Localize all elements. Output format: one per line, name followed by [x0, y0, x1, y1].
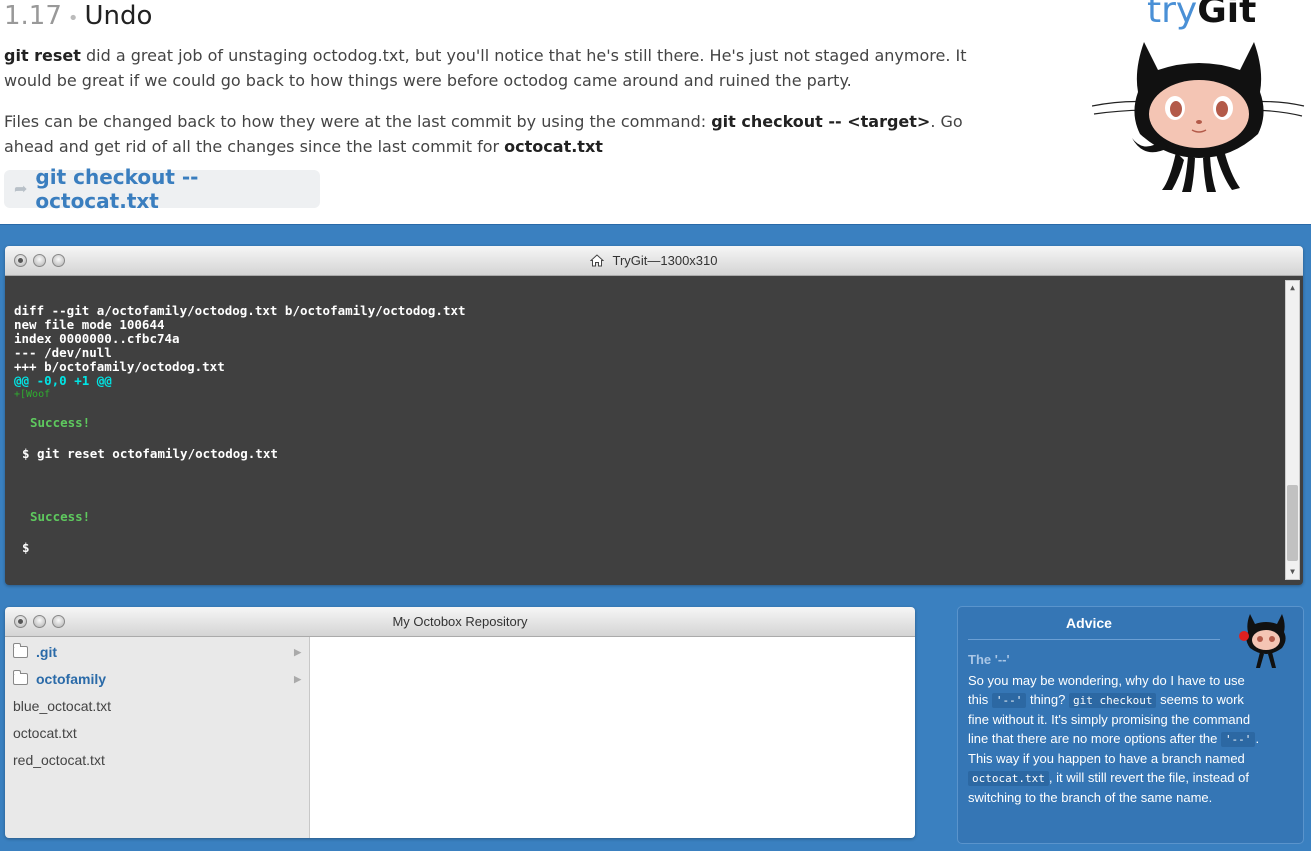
inline-command: git checkout -- <target> [711, 112, 931, 131]
folder-label: .git [36, 644, 57, 660]
terminal-line: new file mode 100644 [14, 317, 165, 332]
octobox-title: My Octobox Repository [392, 614, 528, 629]
file-tree: .git ▶ octofamily ▶ blue_octocat.txt oct… [5, 637, 310, 838]
scroll-up-icon[interactable]: ▲ [1286, 281, 1299, 295]
paragraph-text: did a great job of unstaging octodog.txt… [4, 46, 967, 90]
file-item[interactable]: blue_octocat.txt [13, 696, 303, 716]
inline-filename: octocat.txt [504, 137, 603, 156]
window-control-icon[interactable] [14, 615, 27, 628]
scrollbar-thumb[interactable] [1287, 485, 1298, 561]
diff-added-line: +[Woof [14, 389, 51, 400]
chevron-right-icon: ▶ [294, 673, 301, 684]
file-item[interactable]: red_octocat.txt [13, 750, 303, 770]
success-message: Success! [30, 415, 91, 430]
paragraph-text: Files can be changed back to how they we… [4, 112, 712, 131]
logo-git-text: Git [1197, 0, 1257, 31]
terminal-line: +++ b/octofamily/octodog.txt [14, 359, 225, 374]
folder-label: octofamily [36, 671, 107, 687]
terminal-prompt[interactable]: $ [22, 541, 30, 555]
window-control-icon[interactable] [52, 615, 65, 628]
window-control-icon[interactable] [14, 254, 27, 267]
advice-text: thing? [1026, 692, 1069, 707]
folder-item[interactable]: .git ▶ [13, 642, 303, 662]
terminal-title: TryGit—1300x310 [612, 253, 718, 268]
terminal-line: index 0000000..cfbc74a [14, 331, 180, 346]
folder-icon [13, 643, 28, 658]
inline-code: octocat.txt [968, 771, 1049, 786]
command-text: git checkout -- octocat.txt [35, 165, 199, 213]
octobox-window: My Octobox Repository .git ▶ octofamily … [5, 607, 915, 838]
success-message: Success! [30, 509, 91, 524]
folder-item[interactable]: octofamily ▶ [13, 669, 303, 689]
scroll-down-icon[interactable]: ▼ [1286, 565, 1299, 579]
advice-divider [968, 639, 1220, 640]
terminal-window[interactable]: TryGit—1300x310 diff --git a/octofamily/… [5, 246, 1303, 585]
advice-title: Advice [1066, 615, 1112, 631]
logo-try-text: try [1147, 0, 1198, 31]
lesson-paragraph-1: git reset did a great job of unstaging o… [4, 43, 989, 93]
lesson-separator: • [67, 8, 79, 29]
lesson-title: Undo [84, 1, 153, 31]
run-command-button[interactable]: ➦ git checkout -- octocat.txt [4, 165, 320, 213]
lesson-heading: 1.17 • Undo [4, 0, 152, 35]
diff-hunk-header: @@ -0,0 +1 @@ [14, 373, 112, 388]
share-arrow-icon: ➦ [14, 181, 28, 198]
file-item[interactable]: octocat.txt [13, 723, 303, 743]
lesson-panel: 1.17 • Undo git reset did a great job of u… [0, 0, 1311, 224]
trygit-logo[interactable]: tryGit [1147, 0, 1256, 31]
terminal-output[interactable]: diff --git a/octofamily/octodog.txt b/oc… [5, 276, 1303, 585]
advice-body: So you may be wondering, why do I have t… [968, 671, 1268, 807]
inline-code: '--' [1220, 732, 1256, 747]
lesson-paragraph-2: Files can be changed back to how they we… [4, 109, 989, 159]
octobox-titlebar: My Octobox Repository [5, 607, 915, 637]
inline-code: git checkout [1069, 693, 1157, 708]
inline-code: '--' [991, 693, 1027, 708]
file-preview-pane [310, 637, 915, 838]
terminal-line: diff --git a/octofamily/octodog.txt b/oc… [14, 303, 466, 318]
octocat-logo [1092, 42, 1305, 192]
terminal-line: --- /dev/null [14, 345, 112, 360]
folder-icon [13, 670, 28, 685]
window-controls [14, 254, 65, 267]
lesson-number: 1.17 [4, 1, 62, 31]
terminal-prompt-command: $ git reset octofamily/octodog.txt [22, 446, 278, 461]
window-control-icon[interactable] [52, 254, 65, 267]
inline-command: git reset [4, 46, 81, 65]
octocat-advice-icon [1239, 614, 1286, 668]
window-controls [14, 615, 65, 628]
terminal-scrollbar[interactable]: ▲ ▼ [1285, 280, 1300, 580]
window-control-icon[interactable] [33, 615, 46, 628]
window-control-icon[interactable] [33, 254, 46, 267]
home-icon [590, 254, 605, 267]
terminal-titlebar: TryGit—1300x310 [5, 246, 1303, 276]
advice-subtitle: The '--' [968, 652, 1010, 667]
chevron-right-icon: ▶ [294, 646, 301, 657]
